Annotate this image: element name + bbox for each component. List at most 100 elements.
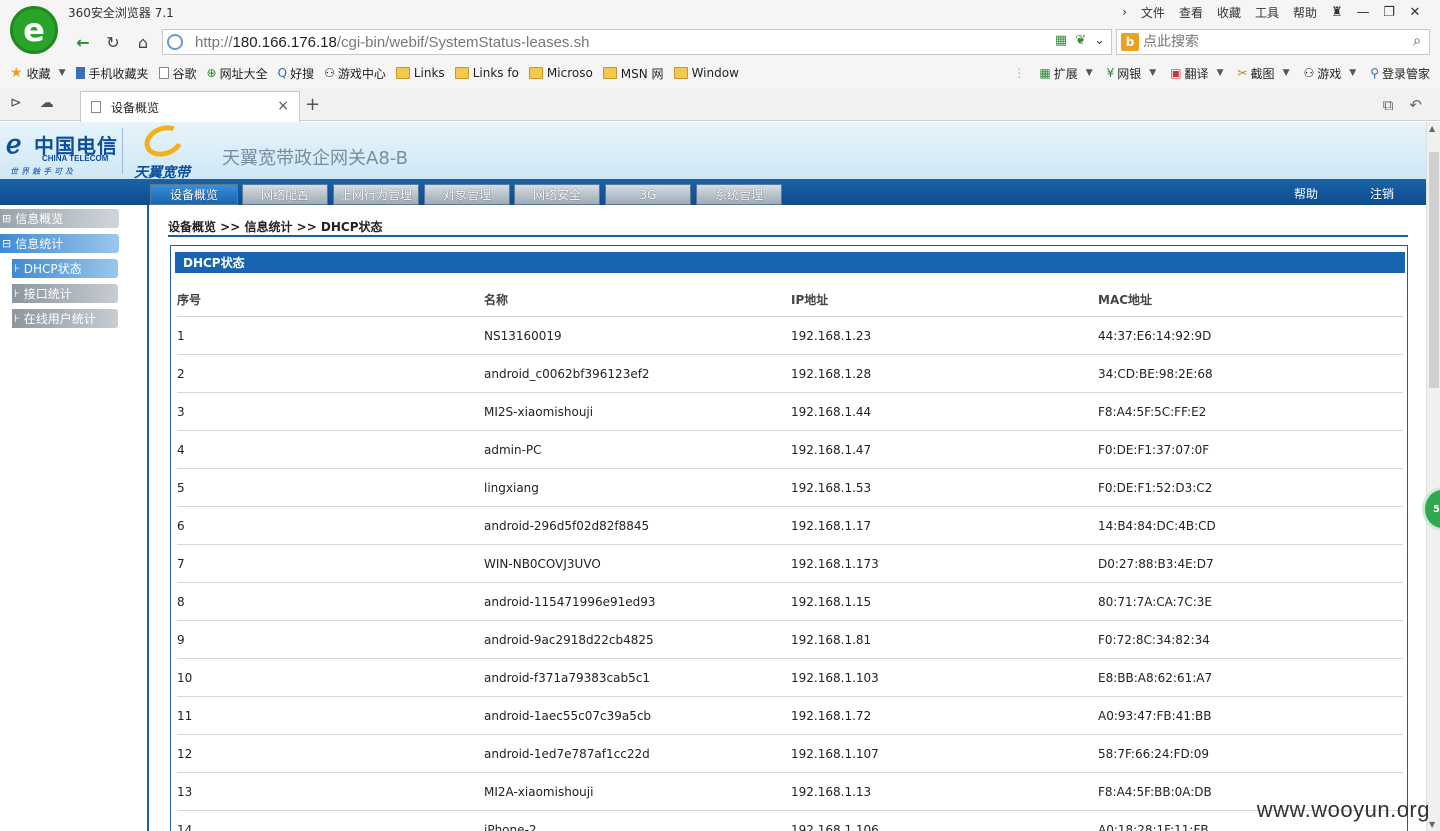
scroll-thumb[interactable]: [1429, 152, 1439, 388]
menu-system-mgmt[interactable]: 系统管理: [696, 184, 782, 205]
chevron-down-icon[interactable]: ▼: [1283, 68, 1290, 78]
toolbar-bank[interactable]: ¥ 网银 ▼: [1107, 65, 1157, 82]
cell-mac: F0:DE:F1:52:D3:C2: [1098, 480, 1213, 495]
collapse-icon[interactable]: ⊟: [2, 237, 11, 250]
expand-icon[interactable]: ⊞: [2, 212, 11, 225]
bookmark-links[interactable]: Links: [395, 66, 445, 80]
minimize-icon[interactable]: —: [1350, 2, 1376, 22]
app-title: 360安全浏览器 7.1: [68, 6, 174, 20]
cell-index: 3: [177, 404, 185, 419]
chevron-down-icon[interactable]: ▼: [1086, 68, 1093, 78]
bookmark-microsoft[interactable]: Microso: [528, 66, 593, 80]
cell-mac: 80:71:7A:CA:7C:3E: [1098, 594, 1212, 609]
menu-network-config[interactable]: 网络配置: [242, 184, 328, 205]
sidebar-item-dhcp-status[interactable]: ⊦ DHCP状态: [12, 259, 118, 278]
key-icon: ⚲: [1370, 66, 1379, 80]
bookmark-windows[interactable]: Window: [673, 66, 739, 80]
shirt-icon[interactable]: ♜: [1324, 2, 1350, 22]
cell-ip: 192.168.1.17: [791, 518, 872, 533]
bookmark-mobile[interactable]: 手机收藏夹: [75, 65, 149, 82]
url-text[interactable]: http://180.166.176.18/cgi-bin/webif/Syst…: [195, 34, 589, 51]
speed-leaf-icon[interactable]: ❦: [1075, 33, 1086, 48]
close-icon[interactable]: ✕: [1402, 2, 1428, 22]
bookmark-links-for[interactable]: Links fo: [454, 66, 519, 80]
cell-name: android-1ed7e787af1cc22d: [484, 746, 650, 761]
chevron-down-icon[interactable]: ▼: [59, 68, 66, 78]
qrcode-icon[interactable]: ▦: [1055, 33, 1067, 48]
search-input[interactable]: [1143, 34, 1393, 50]
tab-device-overview[interactable]: 设备概览 ×: [80, 91, 300, 122]
cell-ip: 192.168.1.103: [791, 670, 879, 685]
menu-behavior-mgmt[interactable]: 上网行为管理: [333, 184, 419, 205]
menu-network-security[interactable]: 网络安全: [514, 184, 600, 205]
page-icon: [91, 101, 101, 113]
menu-expand-icon[interactable]: ›: [1115, 5, 1134, 19]
sidebar-item-interface-stats[interactable]: ⊦ 接口统计: [12, 284, 118, 303]
sidebar-item-online-users[interactable]: ⊦ 在线用户统计: [12, 309, 118, 328]
search-icon[interactable]: ⌕: [1413, 33, 1421, 49]
chevron-down-icon[interactable]: ▼: [1149, 68, 1156, 78]
chevron-down-icon[interactable]: ▼: [1349, 68, 1356, 78]
home-icon[interactable]: ⌂: [130, 30, 156, 54]
dhcp-table: 序号 名称 IP地址 MAC地址 1 NS13160019 192.168.1.23…: [177, 282, 1403, 831]
toolbar-translate[interactable]: ▣ 翻译 ▼: [1170, 65, 1223, 82]
sidebar-item-info-overview[interactable]: ⊞ 信息概览: [0, 209, 119, 228]
sidebar-toggle-icon[interactable]: ⊳: [10, 95, 22, 111]
table-row: 9 android-9ac2918d22cb4825 192.168.1.81 F0:…: [177, 621, 1403, 659]
cell-mac: F0:72:8C:34:82:34: [1098, 632, 1210, 647]
cell-ip: 192.168.1.23: [791, 328, 872, 343]
menu-file[interactable]: 文件: [1134, 4, 1172, 21]
menu-view[interactable]: 查看: [1172, 4, 1210, 21]
restore-tabs-icon[interactable]: ⧉: [1383, 96, 1394, 114]
back-arrow-icon[interactable]: ←: [70, 30, 96, 54]
bookmark-games[interactable]: ⚇ 游戏中心: [324, 65, 386, 82]
toolbar-screenshot[interactable]: ✂ 截图 ▼: [1237, 65, 1289, 82]
bookmark-haosou[interactable]: Q 好搜: [278, 65, 314, 82]
menu-favorites[interactable]: 收藏: [1210, 4, 1248, 21]
chevron-down-icon[interactable]: ⌄: [1094, 33, 1105, 48]
bookmark-msn[interactable]: MSN 网: [602, 65, 664, 82]
undo-close-icon[interactable]: ↶: [1409, 96, 1422, 114]
search-box[interactable]: b ⌕: [1116, 29, 1430, 55]
cell-ip: 192.168.1.15: [791, 594, 872, 609]
cell-ip: 192.168.1.28: [791, 366, 872, 381]
column-header-ip: IP地址: [791, 292, 829, 307]
menu-help[interactable]: 帮助: [1286, 4, 1324, 21]
menu-device-overview[interactable]: 设备概览: [150, 184, 238, 205]
menu-object-mgmt[interactable]: 对象管理: [424, 184, 510, 205]
refresh-icon[interactable]: ↻: [100, 30, 126, 54]
folder-icon: [602, 67, 617, 79]
search-engine-icon[interactable]: b: [1121, 33, 1139, 51]
close-tab-icon[interactable]: ×: [277, 98, 289, 114]
bookmark-hao[interactable]: ⊕ 网址大全: [207, 65, 268, 82]
more-dots-icon[interactable]: ⋮: [1013, 66, 1025, 80]
bookmark-google[interactable]: 谷歌: [158, 65, 197, 82]
phone-icon: [75, 67, 85, 79]
logout-link[interactable]: 注销: [1370, 185, 1394, 202]
menu-tools[interactable]: 工具: [1248, 4, 1286, 21]
sidebar-item-info-stats[interactable]: ⊟ 信息统计: [0, 234, 119, 253]
folder-icon: [528, 67, 543, 79]
cell-index: 13: [177, 784, 193, 799]
chevron-down-icon[interactable]: ▼: [1217, 68, 1224, 78]
main-content: 设备概览 >> 信息统计 >> DHCP状态 DHCP状态 序号 名称 IP地址…: [168, 205, 1410, 831]
menu-3g[interactable]: 3G: [605, 184, 691, 205]
bookmark-favorites[interactable]: ★ 收藏 ▼: [10, 65, 66, 82]
cell-index: 10: [177, 670, 193, 685]
cell-name: MI2S-xiaomishouji: [484, 404, 594, 419]
new-tab-icon[interactable]: +: [305, 94, 320, 115]
cell-mac: E8:BB:A8:62:61:A7: [1098, 670, 1213, 685]
cloud-icon[interactable]: ☁: [40, 95, 54, 111]
header-banner: ℯ 中国电信 CHINA TELECOM 世界触手可及 天翼宽带 天翼宽带政企网…: [0, 122, 1426, 181]
scroll-up-icon[interactable]: ▲: [1429, 124, 1435, 133]
toolbar-login-manager[interactable]: ⚲ 登录管家: [1370, 65, 1430, 82]
table-header: 序号 名称 IP地址 MAC地址: [177, 282, 1403, 317]
cell-name: iPhone-2: [484, 822, 537, 831]
help-link[interactable]: 帮助: [1294, 185, 1318, 202]
maximize-icon[interactable]: ❐: [1376, 2, 1402, 22]
vertical-scrollbar[interactable]: ▲ ▼: [1426, 122, 1440, 831]
cell-mac: 34:CD:BE:98:2E:68: [1098, 366, 1213, 381]
toolbar-games[interactable]: ⚇ 游戏 ▼: [1303, 65, 1356, 82]
address-bar[interactable]: http://180.166.176.18/cgi-bin/webif/Syst…: [162, 29, 1112, 55]
toolbar-extensions[interactable]: ▦ 扩展 ▼: [1039, 65, 1092, 82]
